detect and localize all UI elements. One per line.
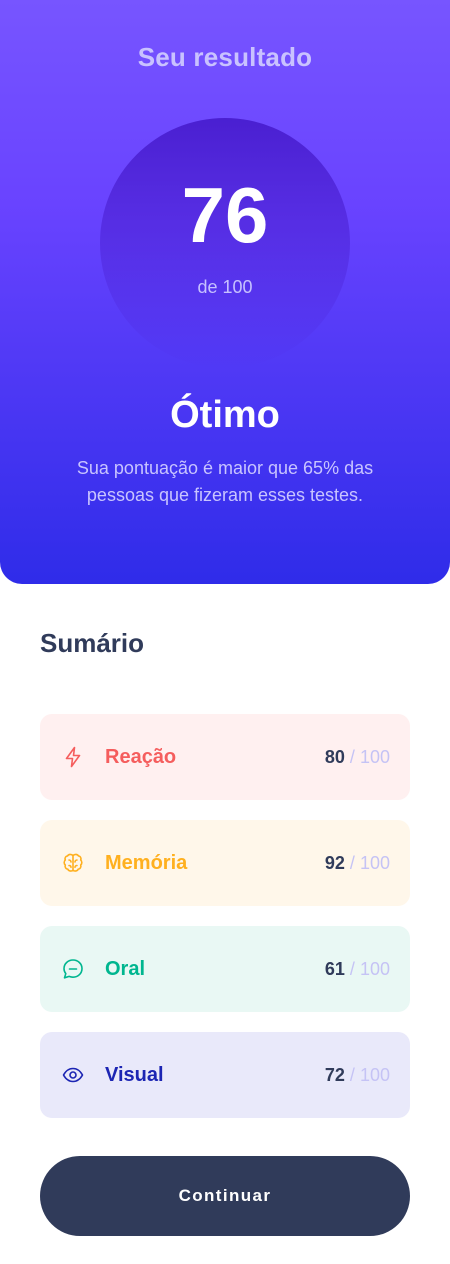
score-max: 100 bbox=[359, 959, 390, 979]
score-separator: / bbox=[349, 747, 355, 767]
summary-item-label: Oral bbox=[105, 958, 146, 980]
summary-item-score: 92 / 100 bbox=[325, 852, 390, 874]
summary-item-memory: Memória 92 / 100 bbox=[40, 820, 410, 906]
score-separator: / bbox=[349, 853, 355, 873]
summary-item-verbal: Oral 61 / 100 bbox=[40, 926, 410, 1012]
result-panel: Seu resultado 76 de 100 Ótimo Sua pontua… bbox=[0, 0, 450, 584]
summary-item-label: Reação bbox=[105, 746, 177, 768]
score-value: 80 bbox=[324, 747, 345, 767]
result-description: Sua pontuação é maior que 65% das pessoa… bbox=[76, 458, 374, 505]
chat-bubble-icon bbox=[61, 957, 85, 981]
score-max: 100 bbox=[359, 853, 390, 873]
result-rating: Ótimo bbox=[170, 394, 280, 436]
brain-icon bbox=[61, 851, 85, 875]
score-max: 100 bbox=[359, 747, 390, 767]
score-value: 61 bbox=[324, 959, 345, 979]
score-value: 72 bbox=[324, 1065, 345, 1085]
summary-title: Sumário bbox=[40, 628, 145, 658]
eye-icon bbox=[61, 1063, 85, 1087]
score-value: 92 bbox=[324, 853, 345, 873]
score-max: 100 bbox=[359, 1065, 390, 1085]
result-heading: Seu resultado bbox=[137, 42, 313, 72]
continue-button[interactable]: Continuar bbox=[40, 1156, 410, 1236]
score-separator: / bbox=[349, 1065, 355, 1085]
lightning-icon bbox=[61, 745, 85, 769]
summary-item-score: 72 / 100 bbox=[325, 1064, 390, 1086]
summary-item-label: Memória bbox=[105, 852, 188, 874]
summary-item-score: 61 / 100 bbox=[325, 958, 390, 980]
summary-item-visual: Visual 72 / 100 bbox=[40, 1032, 410, 1118]
score-max: de 100 bbox=[197, 277, 253, 297]
summary-item-label: Visual bbox=[105, 1064, 164, 1086]
score-value: 76 bbox=[181, 171, 269, 259]
summary-item-reaction: Reação 80 / 100 bbox=[40, 714, 410, 800]
score-separator: / bbox=[349, 959, 355, 979]
summary-item-score: 80 / 100 bbox=[325, 746, 390, 768]
